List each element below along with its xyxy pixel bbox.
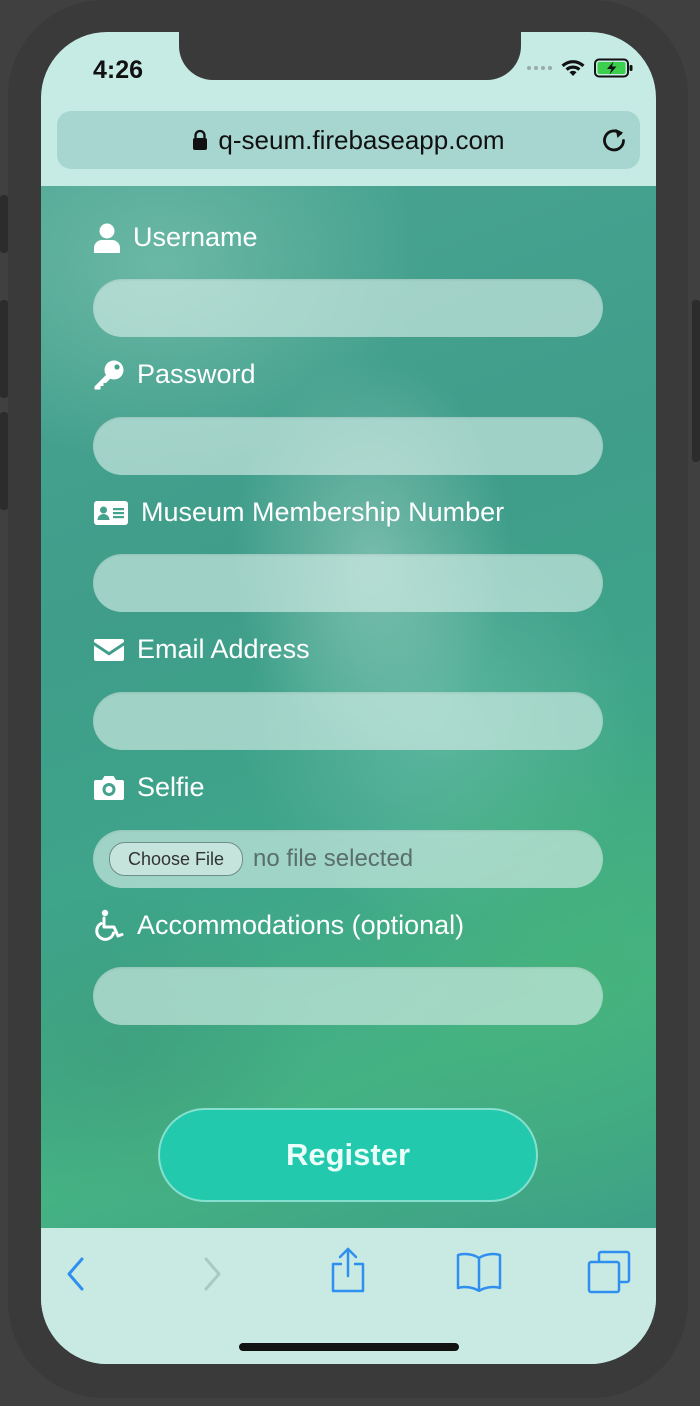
url-text: q-seum.firebaseapp.com: [218, 124, 505, 155]
id-card-icon: [94, 500, 128, 525]
share-icon[interactable]: [330, 1246, 366, 1294]
url-bar[interactable]: q-seum.firebaseapp.com: [57, 111, 640, 169]
email-label: Email Address: [93, 634, 310, 665]
phone-screen: 4:26 q-seum.firebaseapp.com Username Pas…: [41, 32, 656, 1364]
status-time: 4:26: [93, 56, 144, 84]
username-label: Username: [93, 222, 258, 253]
wifi-icon: [561, 60, 585, 76]
tabs-icon[interactable]: [587, 1250, 631, 1294]
forward-icon[interactable]: [199, 1256, 225, 1292]
choose-file-button[interactable]: Choose File: [109, 842, 244, 876]
selfie-file-input[interactable]: Choose File no file selected: [93, 830, 603, 888]
register-button[interactable]: Register: [158, 1108, 538, 1202]
username-input[interactable]: [93, 279, 603, 337]
username-label-text: Username: [133, 222, 258, 252]
battery-charging-icon: [594, 58, 633, 78]
password-label-text: Password: [137, 359, 256, 389]
key-icon: [94, 360, 124, 389]
envelope-icon: [94, 638, 124, 661]
membership-label: Museum Membership Number: [93, 497, 504, 528]
email-input[interactable]: [93, 692, 603, 750]
side-button-left-2: [0, 300, 8, 398]
side-button-left-1: [0, 195, 8, 253]
user-icon: [94, 223, 120, 253]
selfie-label-text: Selfie: [137, 772, 205, 802]
membership-number-input[interactable]: [93, 554, 603, 612]
notch: [179, 32, 521, 80]
membership-label-text: Museum Membership Number: [141, 497, 505, 527]
camera-icon: [94, 775, 124, 800]
selfie-label: Selfie: [93, 772, 205, 803]
email-label-text: Email Address: [137, 634, 310, 664]
back-icon[interactable]: [63, 1256, 89, 1292]
side-button-left-3: [0, 412, 8, 510]
signal-dots-icon: [527, 66, 552, 70]
accommodations-label-text: Accommodations (optional): [137, 909, 465, 940]
registration-form: Username Password Museum Membership Numb…: [41, 186, 656, 1228]
password-label: Password: [93, 359, 256, 390]
lock-icon: [193, 129, 208, 150]
file-status-text: no file selected: [253, 845, 414, 872]
home-indicator[interactable]: [239, 1343, 459, 1351]
status-icons: [527, 58, 634, 78]
password-input[interactable]: [93, 417, 603, 475]
bookmarks-icon[interactable]: [456, 1250, 502, 1292]
reload-icon[interactable]: [600, 126, 628, 154]
side-button-right: [692, 300, 700, 462]
accommodations-input[interactable]: [93, 967, 603, 1025]
wheelchair-icon: [95, 909, 124, 941]
accommodations-label: Accommodations (optional): [93, 909, 464, 941]
